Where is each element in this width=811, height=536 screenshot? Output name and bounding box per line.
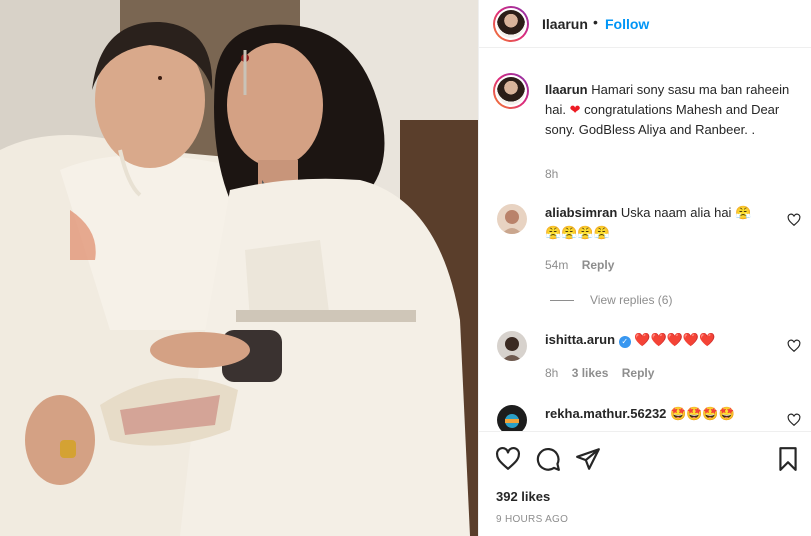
reply-button[interactable]: Reply [582,258,615,272]
separator-dot: • [593,14,598,30]
caption-body-end: congratulations Mahesh and Dear sony. Go… [545,102,780,137]
post-timestamp[interactable]: 9 HOURS AGO [496,514,568,525]
commenter-username[interactable]: rekha.mathur.56232 [545,406,666,421]
view-replies-button[interactable]: View replies (6) [550,293,672,307]
follow-button[interactable]: Follow [605,16,649,32]
author-username[interactable]: Ilaarun [542,16,588,32]
bookmark-icon[interactable] [775,446,801,472]
caption-username[interactable]: Ilaarun [545,82,588,97]
post-photo[interactable] [0,0,478,536]
comment-text: aliabsimran Uska naam alia hai 😤 [545,203,785,223]
like-comment-icon[interactable] [787,213,801,227]
caption-avatar[interactable] [493,73,529,109]
like-count[interactable]: 392 likes [496,489,550,504]
commenter-username[interactable]: ishitta.arun [545,332,615,347]
verified-badge-icon: ✓ [618,336,631,348]
heart-emoji-icon: ❤ [569,102,581,117]
photo-illustration [0,0,478,536]
author-avatar[interactable] [493,6,529,42]
heart-outline-icon[interactable] [495,446,521,472]
commenter-username[interactable]: aliabsimran [545,205,617,220]
speech-bubble-icon[interactable] [535,446,561,472]
comment-text: ishitta.arun ✓ ❤️❤️❤️❤️❤️ [545,330,785,350]
like-comment-icon[interactable] [787,339,801,353]
commenter-avatar[interactable] [497,204,527,234]
comments-list[interactable]: Ilaarun Hamari sony sasu ma ban raheein … [479,49,811,431]
comment-time[interactable]: 54m [545,258,568,272]
comment-likes[interactable]: 3 likes [572,366,609,380]
paper-plane-icon[interactable] [575,446,601,472]
commenter-avatar[interactable] [497,405,527,431]
comment-body: 🤩🤩🤩🤩 [670,406,735,421]
post-actions: 392 likes 9 HOURS AGO [479,431,811,536]
comment-meta: 8h 3 likes Reply [545,366,664,380]
reply-button[interactable]: Reply [622,366,655,380]
comment-text: rekha.mathur.56232 🤩🤩🤩🤩 [545,404,785,424]
comment-body: Uska naam alia hai 😤 [620,205,752,220]
comment-emoji-line: 😤😤😤😤 [545,225,610,240]
caption-timestamp[interactable]: 8h [545,167,558,181]
caption-text: Ilaarun Hamari sony sasu ma ban raheein … [545,80,797,140]
commenter-avatar[interactable] [497,331,527,361]
comment-body: ❤️❤️❤️❤️❤️ [634,332,716,347]
post-header: Ilaarun • Follow [479,0,811,48]
comment-time[interactable]: 8h [545,366,558,380]
view-replies-label: View replies (6) [590,293,673,307]
post-side-panel: Ilaarun • Follow Ilaarun Hamari sony sas… [478,0,811,536]
comment-meta: 54m Reply [545,258,624,272]
replies-divider [550,300,574,302]
like-comment-icon[interactable] [787,413,801,427]
